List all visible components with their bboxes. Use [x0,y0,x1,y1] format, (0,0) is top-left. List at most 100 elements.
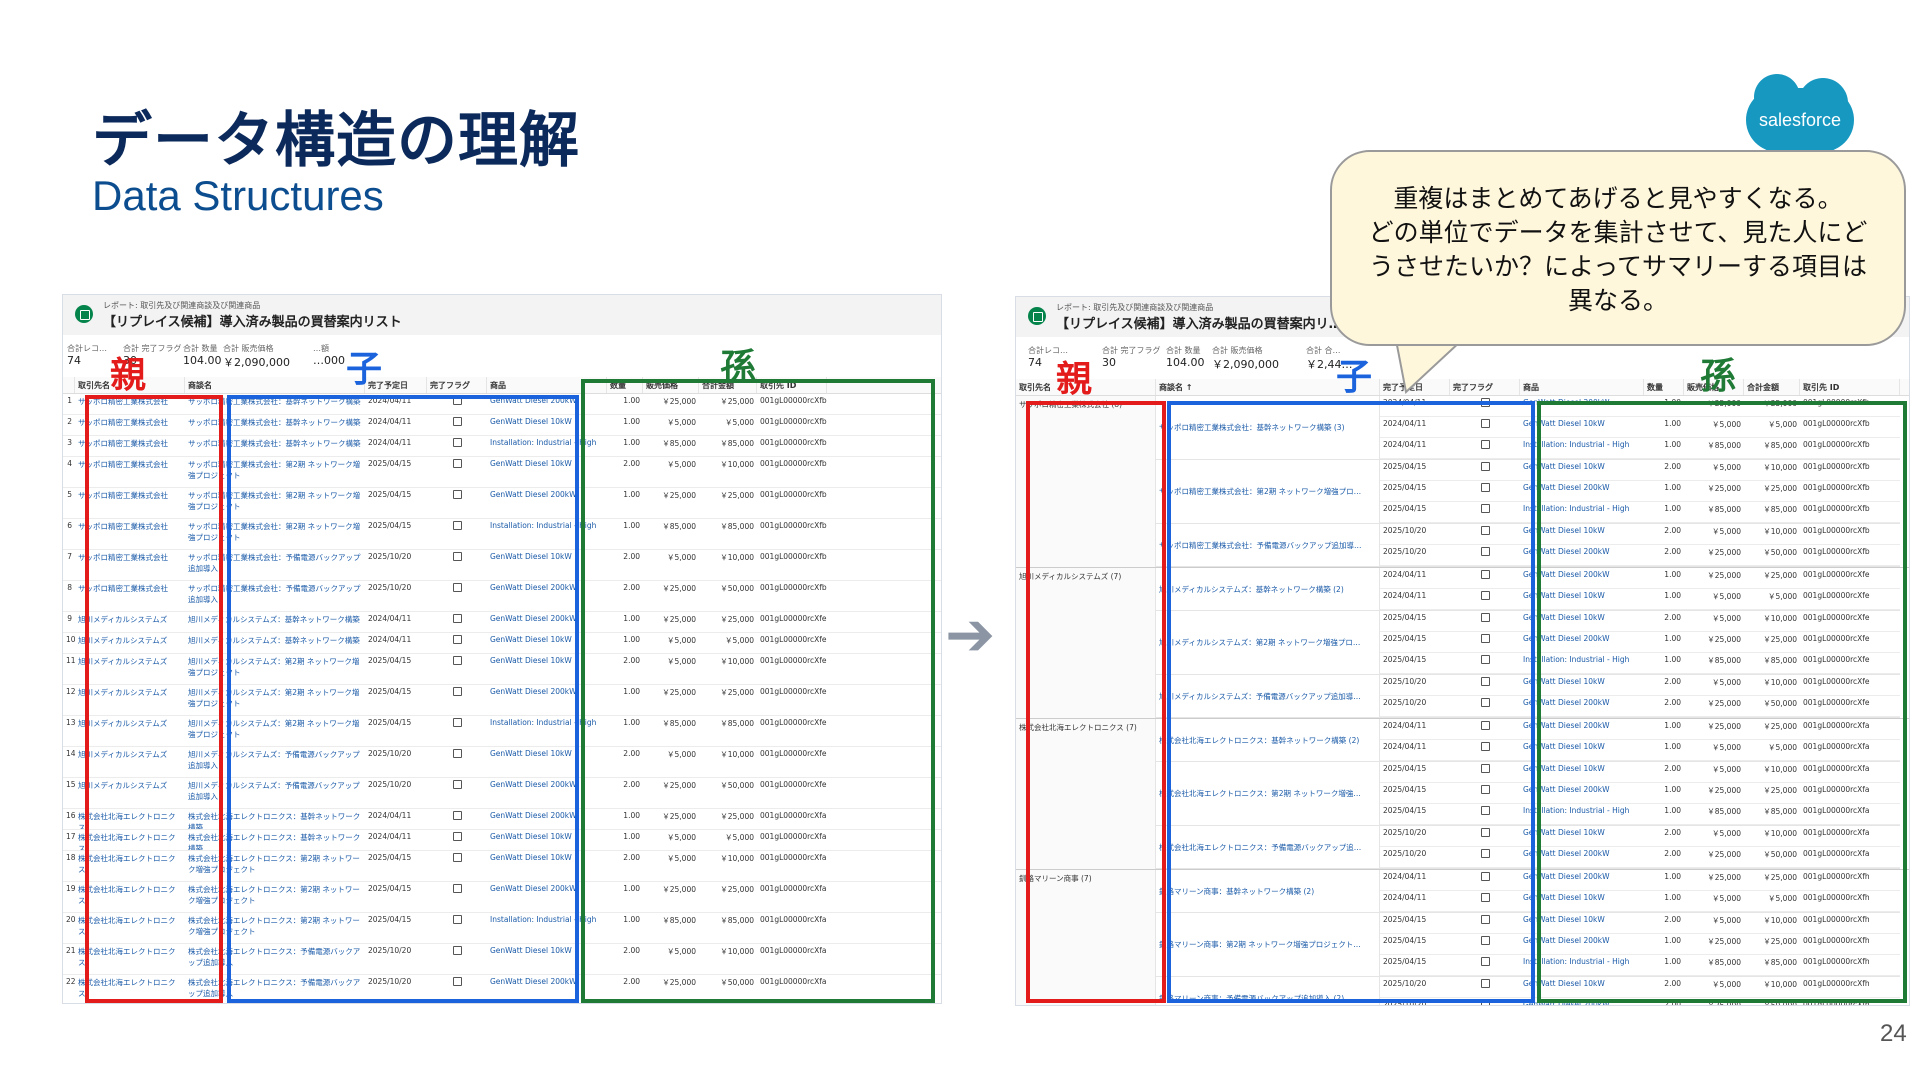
opportunity-name-cell[interactable]: 株式会社北海エレクトロニクス：基幹ネットワーク構築 [185,830,365,850]
product-cell[interactable]: GenWatt Diesel 10kW [1520,762,1644,782]
product-cell[interactable]: GenWatt Diesel 10kW [1520,977,1644,997]
account-name-cell[interactable]: サッポロ精密工業株式会社 [75,581,185,611]
opportunity-group-cell[interactable]: サッポロ精密工業株式会社：第2期 ネットワーク増強プロ… [1156,460,1380,523]
product-cell[interactable]: Installation: Industrial - High [1520,438,1644,458]
opportunity-name-cell[interactable]: サッポロ精密工業株式会社：基幹ネットワーク構築 [185,436,365,456]
product-cell[interactable]: GenWatt Diesel 200kW [487,488,607,518]
product-cell[interactable]: GenWatt Diesel 10kW [487,851,607,881]
account-name-cell[interactable]: サッポロ精密工業株式会社 [75,436,185,456]
product-cell[interactable]: GenWatt Diesel 10kW [487,415,607,435]
column-header[interactable]: 販売価格 [643,377,699,393]
opportunity-name-cell[interactable]: サッポロ精密工業株式会社：第2期 ネットワーク増強プロジェクト [185,488,365,518]
product-cell[interactable]: Installation: Industrial - High [1520,653,1644,673]
account-group-cell[interactable]: 旭川メディカルシステムズ (7) [1016,568,1156,718]
column-header[interactable]: 完了フラグ [427,377,487,393]
opportunity-group-cell[interactable]: 株式会社北海エレクトロニクス：基幹ネットワーク構築 (2) [1156,719,1380,761]
column-header[interactable]: 取引先 ID [757,377,827,393]
account-name-cell[interactable]: 旭川メディカルシステムズ [75,778,185,808]
opportunity-group-cell[interactable]: 株式会社北海エレクトロニクス：第2期 ネットワーク増強… [1156,762,1380,825]
opportunity-name-cell[interactable]: 株式会社北海エレクトロニクス：第2期 ネットワーク増強プロジェクト [185,882,365,912]
product-cell[interactable]: GenWatt Diesel 200kW [487,975,607,1003]
column-header[interactable]: 数量 [607,377,643,393]
account-name-cell[interactable]: 旭川メディカルシステムズ [75,612,185,632]
product-cell[interactable]: GenWatt Diesel 200kW [1520,870,1644,890]
product-cell[interactable]: Installation: Industrial - High [1520,502,1644,522]
product-cell[interactable]: GenWatt Diesel 10kW [1520,611,1644,631]
column-header[interactable]: 商談名 [185,377,365,393]
product-cell[interactable]: GenWatt Diesel 10kW [487,550,607,580]
column-header[interactable] [63,377,75,393]
account-name-cell[interactable]: 旭川メディカルシステムズ [75,716,185,746]
product-cell[interactable]: GenWatt Diesel 10kW [1520,417,1644,437]
column-header[interactable]: 取引先 ID [1800,379,1900,395]
account-name-cell[interactable]: 株式会社北海エレクトロニクス [75,882,185,912]
opportunity-name-cell[interactable]: 株式会社北海エレクトロニクス：第2期 ネットワーク増強プロジェクト [185,913,365,943]
opportunity-name-cell[interactable]: 旭川メディカルシステムズ：予備電源バックアップ追加導入 [185,747,365,777]
product-cell[interactable]: Installation: Industrial - High [1520,804,1644,824]
account-name-cell[interactable]: 株式会社北海エレクトロニクス [75,830,185,850]
opportunity-group-cell[interactable]: 旭川メディカルシステムズ：第2期 ネットワーク増強プロ… [1156,611,1380,674]
product-cell[interactable]: GenWatt Diesel 10kW [487,633,607,653]
product-cell[interactable]: GenWatt Diesel 10kW [1520,460,1644,480]
product-cell[interactable]: Installation: Industrial - High [487,913,607,943]
product-cell[interactable]: GenWatt Diesel 200kW [1520,783,1644,803]
account-name-cell[interactable]: 旭川メディカルシステムズ [75,654,185,684]
product-cell[interactable]: GenWatt Diesel 200kW [1520,545,1644,565]
product-cell[interactable]: GenWatt Diesel 10kW [487,654,607,684]
account-name-cell[interactable]: サッポロ精密工業株式会社 [75,457,185,487]
account-name-cell[interactable]: サッポロ精密工業株式会社 [75,415,185,435]
opportunity-group-cell[interactable]: 株式会社北海エレクトロニクス：予備電源バックアップ追… [1156,826,1380,868]
product-cell[interactable]: GenWatt Diesel 200kW [1520,719,1644,739]
account-name-cell[interactable]: 旭川メディカルシステムズ [75,633,185,653]
product-cell[interactable]: GenWatt Diesel 200kW [487,581,607,611]
product-cell[interactable]: GenWatt Diesel 10kW [1520,589,1644,609]
product-cell[interactable]: GenWatt Diesel 10kW [487,457,607,487]
opportunity-name-cell[interactable]: 株式会社北海エレクトロニクス：予備電源バックアップ追加導入 [185,975,365,1003]
product-cell[interactable]: GenWatt Diesel 10kW [487,830,607,850]
opportunity-name-cell[interactable]: 旭川メディカルシステムズ：第2期 ネットワーク増強プロジェクト [185,716,365,746]
product-cell[interactable]: Installation: Industrial - High [487,716,607,746]
product-cell[interactable]: GenWatt Diesel 200kW [487,882,607,912]
opportunity-name-cell[interactable]: 旭川メディカルシステムズ：予備電源バックアップ追加導入 [185,778,365,808]
product-cell[interactable]: GenWatt Diesel 200kW [487,778,607,808]
opportunity-group-cell[interactable]: 釧路マリーン商事：第2期 ネットワーク増強プロジェクト… [1156,913,1380,976]
opportunity-name-cell[interactable]: 旭川メディカルシステムズ：基幹ネットワーク構築 [185,612,365,632]
opportunity-group-cell[interactable]: 釧路マリーン商事：予備電源バックアップ追加導入 (2) [1156,977,1380,1005]
opportunity-name-cell[interactable]: 旭川メディカルシステムズ：基幹ネットワーク構築 [185,633,365,653]
product-cell[interactable]: Installation: Industrial - High [487,519,607,549]
product-cell[interactable]: GenWatt Diesel 10kW [1520,913,1644,933]
account-name-cell[interactable]: 株式会社北海エレクトロニクス [75,851,185,881]
product-cell[interactable]: GenWatt Diesel 10kW [487,944,607,974]
opportunity-group-cell[interactable]: 旭川メディカルシステムズ：予備電源バックアップ追加導… [1156,675,1380,717]
opportunity-name-cell[interactable]: サッポロ精密工業株式会社：予備電源バックアップ追加導入 [185,550,365,580]
product-cell[interactable]: GenWatt Diesel 200kW [1520,696,1644,716]
product-cell[interactable]: GenWatt Diesel 10kW [487,747,607,777]
column-header[interactable]: 数量 [1644,379,1684,395]
account-name-cell[interactable]: サッポロ精密工業株式会社 [75,488,185,518]
opportunity-group-cell[interactable]: サッポロ精密工業株式会社：予備電源バックアップ追加導… [1156,524,1380,566]
product-cell[interactable]: GenWatt Diesel 200kW [1520,481,1644,501]
product-cell[interactable]: GenWatt Diesel 200kW [1520,396,1644,416]
column-header[interactable]: 商品 [487,377,607,393]
product-cell[interactable]: GenWatt Diesel 200kW [487,809,607,829]
product-cell[interactable]: GenWatt Diesel 200kW [1520,847,1644,867]
opportunity-group-cell[interactable]: 釧路マリーン商事：基幹ネットワーク構築 (2) [1156,870,1380,912]
column-header[interactable]: 合計金額 [1744,379,1800,395]
account-group-cell[interactable]: サッポロ精密工業株式会社 (8) [1016,396,1156,567]
product-cell[interactable]: GenWatt Diesel 200kW [487,612,607,632]
product-cell[interactable]: GenWatt Diesel 200kW [1520,998,1644,1005]
product-cell[interactable]: GenWatt Diesel 200kW [487,685,607,715]
product-cell[interactable]: GenWatt Diesel 10kW [1520,740,1644,760]
product-cell[interactable]: GenWatt Diesel 200kW [1520,934,1644,954]
opportunity-name-cell[interactable]: サッポロ精密工業株式会社：予備電源バックアップ追加導入 [185,581,365,611]
opportunity-name-cell[interactable]: サッポロ精密工業株式会社：基幹ネットワーク構築 [185,415,365,435]
product-cell[interactable]: GenWatt Diesel 200kW [487,394,607,414]
opportunity-name-cell[interactable]: 株式会社北海エレクトロニクス：第2期 ネットワーク増強プロジェクト [185,851,365,881]
opportunity-name-cell[interactable]: サッポロ精密工業株式会社：第2期 ネットワーク増強プロジェクト [185,457,365,487]
account-group-cell[interactable]: 株式会社北海エレクトロニクス (7) [1016,719,1156,869]
product-cell[interactable]: GenWatt Diesel 200kW [1520,632,1644,652]
account-name-cell[interactable]: 株式会社北海エレクトロニクス [75,809,185,829]
account-group-cell[interactable]: 釧路マリーン商事 (7) [1016,870,1156,1005]
account-name-cell[interactable]: 旭川メディカルシステムズ [75,685,185,715]
opportunity-name-cell[interactable]: 旭川メディカルシステムズ：第2期 ネットワーク増強プロジェクト [185,654,365,684]
